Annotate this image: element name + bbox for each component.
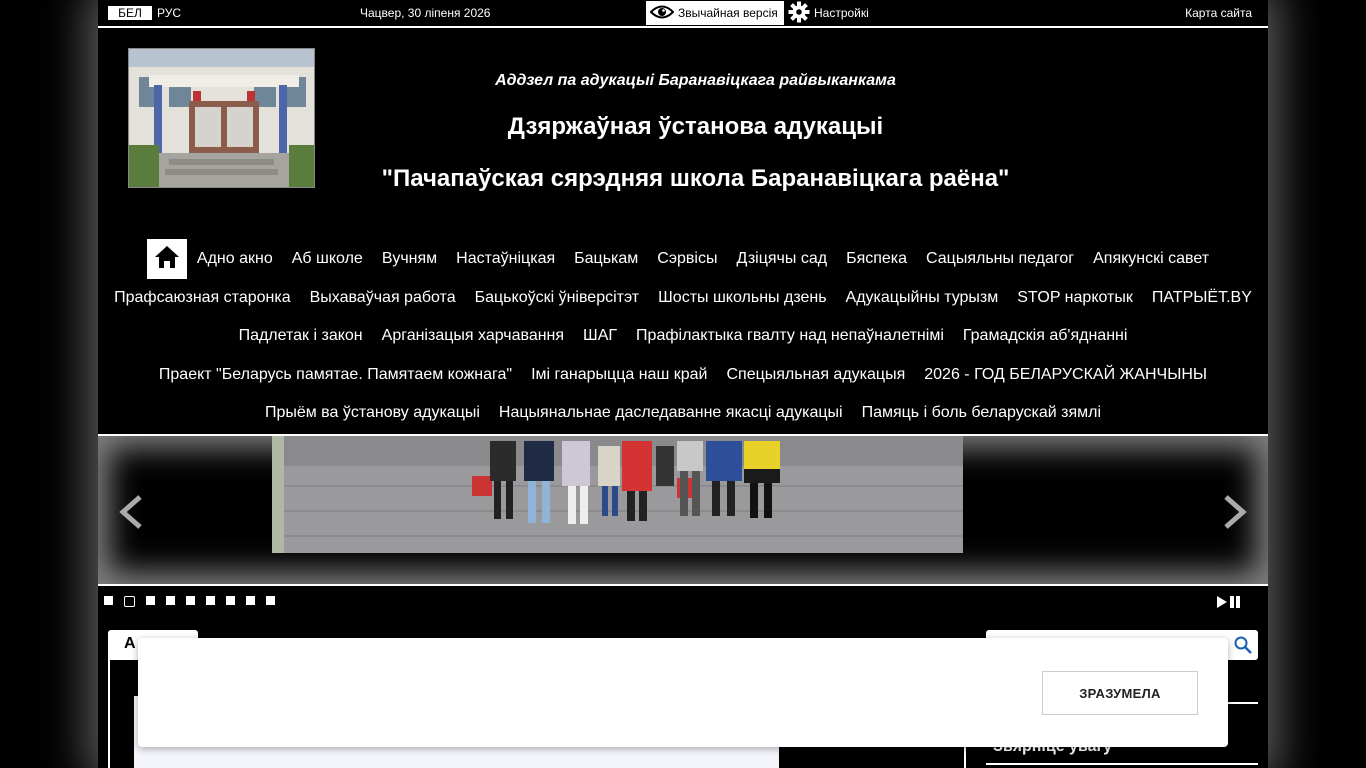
slider-dot[interactable] (146, 596, 155, 605)
divider (986, 763, 1258, 765)
current-date: Чацвер, 30 ліпеня 2026 (360, 6, 491, 20)
main-navigation: Адно акно Аб школе Вучням Настаўніцкая Б… (98, 239, 1268, 433)
pause-icon[interactable] (1230, 595, 1240, 613)
normal-version-button[interactable]: Звычайная версія (646, 1, 784, 25)
nav-item[interactable]: Аб школе (282, 250, 372, 268)
nav-item[interactable]: Імі ганарыцца наш край (522, 366, 717, 384)
nav-item[interactable]: 2026 - ГОД БЕЛАРУСКАЙ ЖАНЧЫНЫ (915, 366, 1217, 384)
slider-dot[interactable] (104, 596, 113, 605)
nav-row: Адно акно Аб школе Вучням Настаўніцкая Б… (98, 239, 1268, 280)
nav-item[interactable]: Бацькоўскі ўніверсітэт (465, 289, 649, 307)
nav-item[interactable]: Прафілактыка гвалту над непаўналетнімі (627, 327, 954, 345)
nav-item[interactable]: Прафсаюзная старонка (105, 289, 300, 307)
school-photo (128, 48, 315, 188)
nav-row: Прыём ва ўстанову адукацыі Нацыянальнае … (98, 394, 1268, 433)
nav-item[interactable]: ПАТРЫЁТ.BY (1142, 289, 1261, 307)
slider-dot[interactable] (166, 596, 175, 605)
nav-item[interactable]: Грамадскія аб'яднанні (953, 327, 1137, 345)
nav-item[interactable]: Шосты школьны дзень (649, 289, 836, 307)
slider-next-button[interactable] (1222, 494, 1248, 535)
nav-row: Праект "Беларусь памятае. Памятаем кожна… (98, 356, 1268, 395)
search-icon[interactable] (1234, 636, 1252, 659)
settings-button[interactable]: Настройкі (788, 1, 869, 25)
slider-dot[interactable] (266, 596, 275, 605)
slider-controls (1216, 595, 1240, 613)
home-icon (154, 245, 180, 274)
nav-item[interactable]: Адукацыйны турызм (836, 289, 1008, 307)
chevron-left-icon (118, 495, 144, 534)
slider-dot[interactable] (246, 596, 255, 605)
nav-item[interactable]: Выхаваўчая работа (300, 289, 465, 307)
chevron-right-icon (1222, 495, 1248, 534)
nav-row: Прафсаюзная старонка Выхаваўчая работа Б… (98, 279, 1268, 318)
nav-item[interactable]: Арганізацыя харчавання (372, 327, 573, 345)
slide-image (272, 436, 963, 553)
settings-label: Настройкі (814, 6, 869, 20)
institution-title: Дзяржаўная ўстанова адукацыі (507, 113, 884, 140)
nav-item[interactable]: Праект "Беларусь памятае. Памятаем кожна… (149, 366, 521, 384)
department-name: Аддзел па адукацыі Баранавіцкага райвыка… (495, 72, 896, 89)
nav-item[interactable]: Настаўніцкая (447, 250, 565, 268)
nav-item[interactable]: Падлетак і закон (229, 327, 372, 345)
gear-icon (788, 1, 810, 26)
image-slider (98, 434, 1268, 586)
slider-dots (104, 596, 286, 607)
eye-icon (649, 4, 675, 23)
school-name: "Пачапаўская сярэдняя школа Баранавіцкаг… (381, 165, 1010, 192)
nav-item[interactable]: Сацыяльны педагог (917, 250, 1084, 268)
nav-item[interactable]: Нацыянальнае даследаванне якасці адукацы… (489, 404, 852, 422)
slider-dot[interactable] (124, 596, 135, 607)
nav-item[interactable]: Апякунскі савет (1084, 250, 1219, 268)
nav-item[interactable]: Дзіцячы сад (727, 250, 837, 268)
cookie-banner: ЗРАЗУМЕЛА (138, 638, 1228, 747)
nav-item[interactable]: Вучням (372, 250, 446, 268)
nav-item[interactable]: Бацькам (565, 250, 648, 268)
home-button[interactable] (147, 239, 188, 280)
nav-item[interactable]: ШАГ (574, 327, 627, 345)
sitemap-link[interactable]: Карта сайта (1185, 6, 1252, 20)
play-icon[interactable] (1216, 595, 1227, 613)
nav-row: Падлетак і закон Арганізацыя харчавання … (98, 317, 1268, 356)
slider-dot[interactable] (206, 596, 215, 605)
lang-rus-button[interactable]: РУС (157, 6, 181, 20)
slider-prev-button[interactable] (118, 494, 144, 535)
nav-item[interactable]: STOP наркотык (1008, 289, 1143, 307)
nav-item[interactable]: Бяспека (837, 250, 917, 268)
top-bar: БЕЛ РУС Чацвер, 30 ліпеня 2026 Звычайная… (98, 0, 1268, 28)
slider-dot[interactable] (226, 596, 235, 605)
cookie-accept-button[interactable]: ЗРАЗУМЕЛА (1042, 671, 1198, 715)
nav-item[interactable]: Сэрвісы (648, 250, 727, 268)
nav-item[interactable]: Адно акно (187, 250, 282, 268)
nav-item[interactable]: Прыём ва ўстанову адукацыі (255, 404, 489, 422)
slider-dot[interactable] (186, 596, 195, 605)
nav-item[interactable]: Памяць і боль беларускай зямлі (852, 404, 1110, 422)
normal-version-label: Звычайная версія (678, 6, 778, 20)
lang-bel-button[interactable]: БЕЛ (108, 6, 152, 20)
nav-item[interactable]: Спецыяльная адукацыя (717, 366, 915, 384)
